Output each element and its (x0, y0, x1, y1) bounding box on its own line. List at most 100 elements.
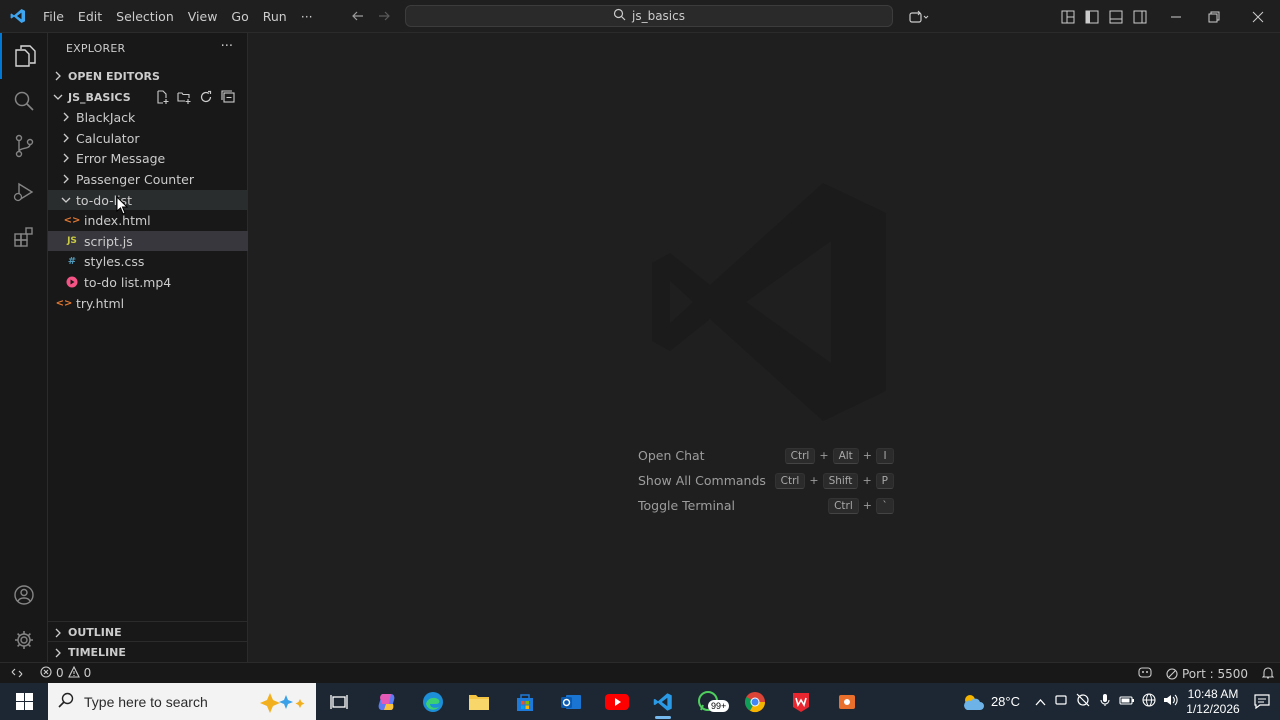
command-center-text: js_basics (632, 9, 685, 23)
windows-start-icon[interactable] (0, 683, 48, 720)
chevron-right-icon (58, 130, 74, 146)
volume-icon[interactable] (1160, 693, 1182, 710)
problems-indicator[interactable]: 0 0 (34, 665, 97, 681)
explorer-sidebar: EXPLORER ··· OPEN EDITORS JS_BASICS Blac… (48, 33, 248, 662)
shortcut-show-all-commands: Show All Commands Ctrl + Shift + P (638, 468, 894, 493)
search-icon[interactable] (0, 78, 48, 124)
file-to-do-list-mp4[interactable]: to-do list.mp4 (48, 272, 248, 292)
sync-off-icon[interactable] (1072, 693, 1094, 710)
restore-icon[interactable] (1192, 5, 1236, 29)
taskbar-clock[interactable]: 10:48 AM 1/12/2026 (1182, 687, 1244, 717)
menu-edit[interactable]: Edit (71, 0, 109, 33)
file-try-html[interactable]: <> try.html (48, 293, 248, 313)
notifications-bell-icon[interactable] (1261, 666, 1275, 682)
folder-error-message[interactable]: Error Message (48, 148, 248, 168)
timeline-section[interactable]: TIMELINE (48, 641, 248, 663)
mouse-cursor-icon (116, 195, 130, 220)
run-debug-icon[interactable] (0, 169, 48, 215)
copilot-sparkle-icon (256, 691, 308, 717)
folder-calculator[interactable]: Calculator (48, 128, 248, 148)
microsoft-store-icon[interactable] (502, 683, 548, 720)
toggle-secondary-sidebar-icon[interactable] (1128, 5, 1152, 29)
customize-layout-icon[interactable] (1056, 5, 1080, 29)
forward-arrow-icon[interactable] (376, 9, 392, 25)
toggle-primary-sidebar-icon[interactable] (1080, 5, 1104, 29)
status-bar: 0 0 Port : 5500 (0, 662, 1280, 683)
key-alt: Alt (832, 447, 859, 464)
warning-icon (67, 665, 80, 681)
explorer-icon[interactable] (0, 33, 48, 79)
activity-bar (0, 33, 48, 662)
weather-cloud-sun-icon (964, 694, 984, 710)
command-center-search[interactable]: js_basics (405, 5, 893, 27)
key-ctrl: Ctrl (784, 447, 816, 464)
open-editors-label: OPEN EDITORS (68, 69, 160, 83)
outlook-icon[interactable] (548, 683, 594, 720)
toggle-panel-icon[interactable] (1104, 5, 1128, 29)
outline-section[interactable]: OUTLINE (48, 621, 248, 643)
close-icon[interactable] (1236, 5, 1280, 29)
menu-go[interactable]: Go (224, 0, 255, 33)
folder-to-do-list[interactable]: to-do-list (48, 190, 248, 210)
task-view-icon[interactable] (316, 683, 362, 720)
chevron-up-icon[interactable] (1030, 695, 1050, 709)
wps-office-icon[interactable] (778, 683, 824, 720)
refresh-icon[interactable] (198, 89, 214, 105)
menu-bar: File Edit Selection View Go Run ··· (36, 0, 320, 33)
notification-center-icon[interactable] (1244, 694, 1280, 709)
live-server-port[interactable]: Port : 5500 (1166, 667, 1248, 681)
new-folder-icon[interactable] (176, 89, 192, 105)
folder-blackjack[interactable]: BlackJack (48, 107, 248, 127)
copilot-app-icon[interactable] (364, 683, 410, 720)
key-shift: Shift (822, 472, 859, 489)
outline-label: OUTLINE (68, 626, 122, 639)
remote-indicator-icon[interactable] (0, 663, 34, 684)
chrome-icon[interactable] (732, 683, 778, 720)
key-backtick: ` (876, 497, 894, 514)
collapse-all-icon[interactable] (220, 89, 236, 105)
system-tray: 28°C 10:48 AM 1/12/2026 (961, 683, 1280, 720)
copilot-status-icon[interactable] (1138, 666, 1152, 681)
file-explorer-icon[interactable] (456, 683, 502, 720)
battery-icon[interactable] (1116, 694, 1138, 709)
tree-item-label: Calculator (76, 130, 140, 146)
weather-widget[interactable]: 28°C (961, 691, 1020, 713)
account-icon[interactable] (0, 572, 48, 618)
tree-item-label: script.js (84, 233, 133, 249)
open-editors-section[interactable]: OPEN EDITORS (48, 65, 248, 87)
vscode-taskbar-icon[interactable] (640, 683, 686, 720)
file-index-html[interactable]: <> index.html (48, 210, 248, 230)
youtube-icon[interactable] (594, 683, 640, 720)
menu-more[interactable]: ··· (294, 0, 320, 33)
meet-now-icon[interactable] (1050, 693, 1072, 710)
taskbar-search-box[interactable]: Type here to search (48, 683, 316, 720)
menu-file[interactable]: File (36, 0, 71, 33)
folder-passenger-counter[interactable]: Passenger Counter (48, 169, 248, 189)
tree-item-label: to-do list.mp4 (84, 274, 172, 290)
back-arrow-icon[interactable] (350, 9, 366, 25)
microphone-icon[interactable] (1094, 693, 1116, 710)
new-file-icon[interactable] (154, 89, 170, 105)
minimize-icon[interactable] (1160, 5, 1192, 29)
vscode-watermark-logo (648, 181, 888, 423)
explorer-more-actions[interactable]: ··· (221, 39, 233, 54)
source-control-icon[interactable] (0, 123, 48, 169)
settings-gear-icon[interactable] (0, 617, 48, 663)
file-styles-css[interactable]: # styles.css (48, 251, 248, 271)
extensions-icon[interactable] (0, 214, 48, 260)
shortcut-open-chat: Open Chat Ctrl + Alt + I (638, 443, 894, 468)
presentation-app-icon[interactable] (824, 683, 870, 720)
broadcast-icon (1166, 667, 1178, 680)
whatsapp-icon[interactable]: 99+ (686, 683, 732, 720)
edge-browser-icon[interactable] (410, 683, 456, 720)
copilot-icon[interactable] (904, 5, 934, 29)
key-i: I (876, 447, 894, 464)
file-script-js[interactable]: JS script.js (48, 231, 248, 251)
html-file-icon: <> (63, 214, 81, 226)
menu-run[interactable]: Run (256, 0, 294, 33)
network-globe-icon[interactable] (1138, 693, 1160, 710)
clock-time: 10:48 AM (1187, 686, 1239, 701)
menu-selection[interactable]: Selection (109, 0, 181, 33)
menu-view[interactable]: View (181, 0, 225, 33)
project-section[interactable]: JS_BASICS (48, 86, 248, 108)
